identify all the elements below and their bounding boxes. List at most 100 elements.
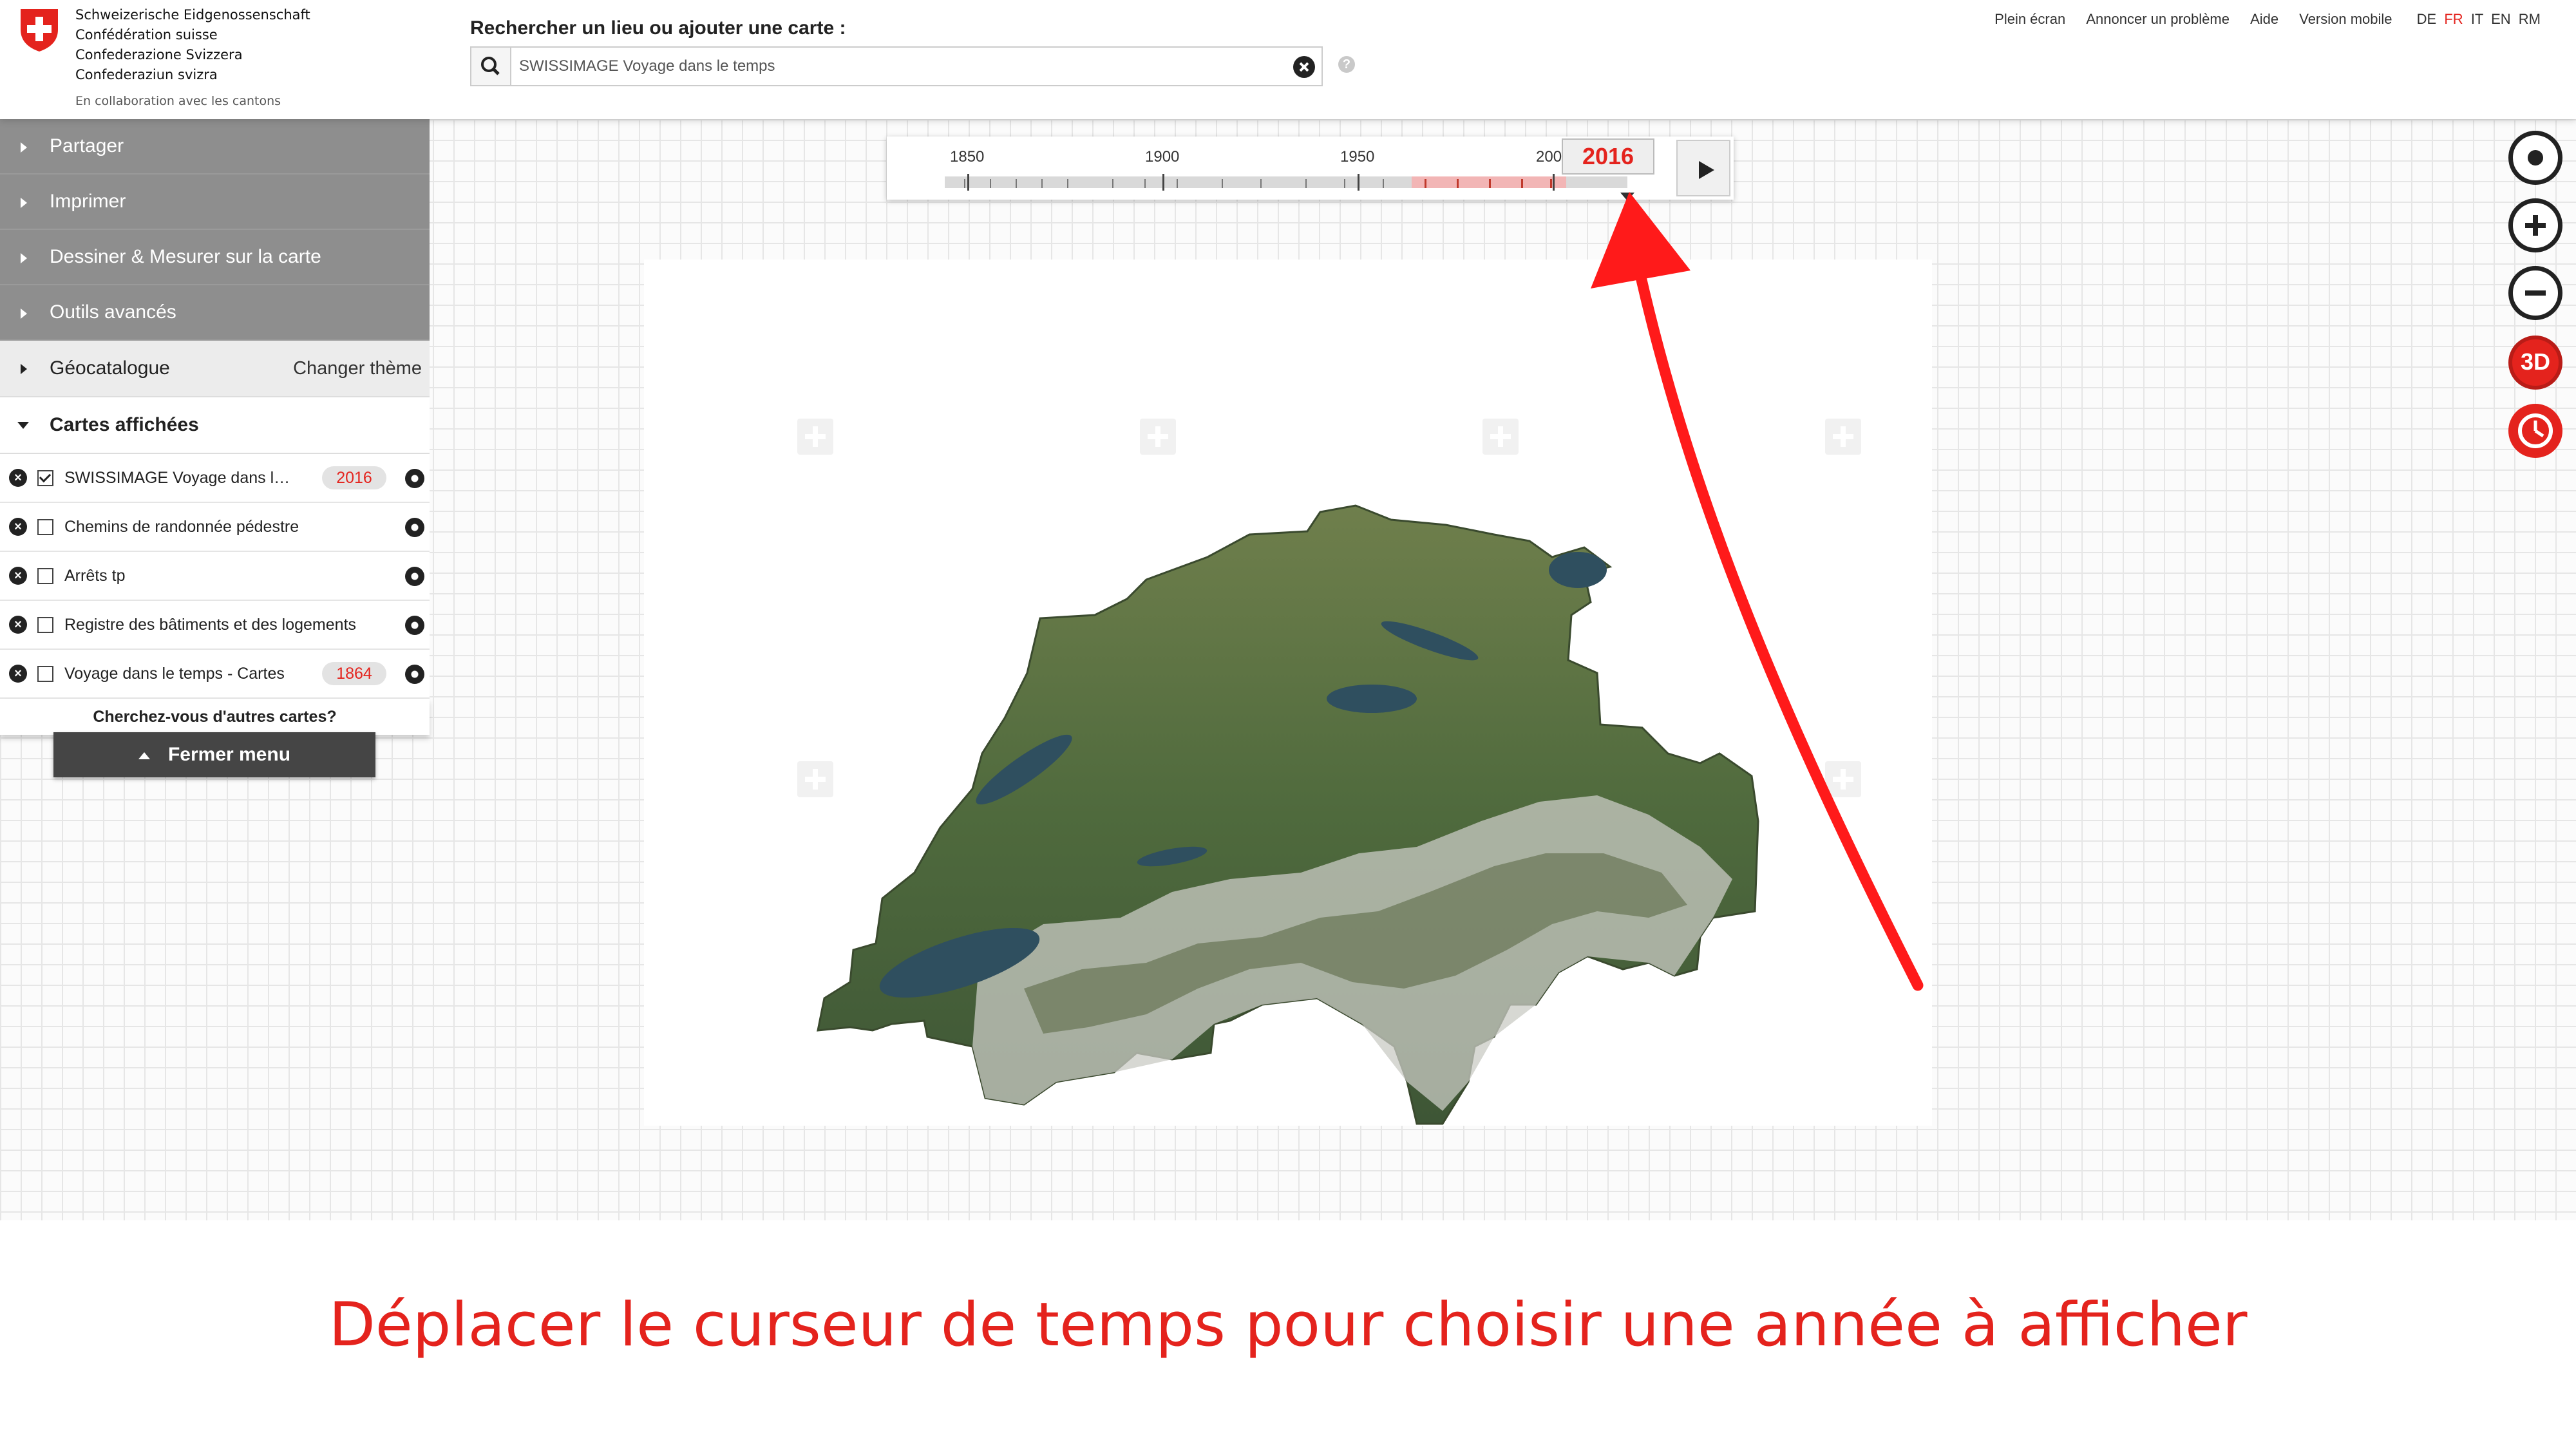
confederation-line-de: Schweizerische Eidgenossenschaft	[75, 7, 310, 23]
chevron-right-icon	[21, 308, 27, 319]
layer-visibility-checkbox[interactable]	[37, 470, 53, 486]
major-tick	[1358, 174, 1359, 191]
layer-name: SWISSIMAGE Voyage dans le temps	[64, 469, 296, 487]
lake-constance	[1549, 552, 1607, 588]
time-slider[interactable]: 1850 1900 1950 200 2016	[887, 137, 1734, 201]
menu-item-label: Partager	[50, 135, 124, 156]
minor-tick	[1260, 179, 1262, 188]
tile-placeholder-icon	[1825, 419, 1861, 455]
layer-row: × Arrêts tp	[0, 552, 430, 601]
layer-row: × Voyage dans le temps - Cartes 1864	[0, 650, 430, 699]
lang-de[interactable]: DE	[2417, 11, 2437, 27]
minor-tick	[990, 179, 991, 188]
lang-fr[interactable]: FR	[2444, 11, 2463, 27]
year-tick	[1489, 179, 1491, 188]
gear-icon[interactable]	[405, 665, 424, 684]
lake-lucerne	[1327, 685, 1417, 713]
remove-layer-icon[interactable]: ×	[9, 567, 27, 585]
plus-icon	[2533, 215, 2538, 236]
minor-tick	[1383, 179, 1384, 188]
search-box	[470, 46, 1323, 86]
gear-icon[interactable]	[405, 469, 424, 488]
layer-visibility-checkbox[interactable]	[37, 519, 53, 535]
gear-icon[interactable]	[405, 616, 424, 635]
tick-label-1950: 1950	[1340, 148, 1375, 166]
major-tick	[1553, 174, 1555, 191]
search-icon[interactable]	[471, 48, 511, 85]
menu-item-share[interactable]: Partager	[0, 119, 430, 175]
layer-name: Voyage dans le temps - Cartes	[64, 665, 285, 683]
help-icon[interactable]: ?	[1338, 56, 1355, 73]
top-links: Plein écran Annoncer un problème Aide Ve…	[1978, 11, 2541, 28]
menu-item-label: Outils avancés	[50, 301, 176, 323]
mobile-version-link[interactable]: Version mobile	[2299, 11, 2392, 27]
layer-visibility-checkbox[interactable]	[37, 666, 53, 682]
menu-item-print[interactable]: Imprimer	[0, 175, 430, 230]
more-maps-link[interactable]: Cherchez-vous d'autres cartes?	[0, 699, 430, 735]
geocatalogue-label: Géocatalogue	[50, 357, 170, 379]
minus-icon	[2525, 290, 2546, 296]
zoom-in-button[interactable]	[2508, 198, 2562, 252]
major-tick	[1162, 174, 1164, 191]
layer-row: × Registre des bâtiments et des logement…	[0, 601, 430, 650]
minor-tick	[1305, 179, 1307, 188]
search-label: Rechercher un lieu ou ajouter une carte …	[470, 17, 846, 39]
zoom-out-button[interactable]	[2508, 266, 2562, 320]
change-theme-link[interactable]: Changer thème	[293, 341, 422, 396]
swiss-cross-logo	[21, 9, 58, 52]
selected-year-handle[interactable]: 2016	[1562, 138, 1654, 175]
year-tick	[1521, 179, 1523, 188]
clear-search-icon[interactable]	[1293, 56, 1315, 78]
layer-visibility-checkbox[interactable]	[37, 617, 53, 633]
3d-button[interactable]: 3D	[2508, 336, 2562, 390]
menu-item-advanced-tools[interactable]: Outils avancés	[0, 285, 430, 341]
switzerland-satellite-map	[817, 504, 1759, 1125]
confederation-line-fr: Confédération suisse	[75, 27, 218, 43]
layer-row: × SWISSIMAGE Voyage dans le temps 2016	[0, 454, 430, 503]
lang-rm[interactable]: RM	[2519, 11, 2541, 27]
chevron-right-icon	[21, 253, 27, 263]
lang-en[interactable]: EN	[2491, 11, 2511, 27]
minor-tick	[1041, 179, 1043, 188]
time-travel-button[interactable]	[2508, 404, 2562, 458]
menu-item-draw-measure[interactable]: Dessiner & Mesurer sur la carte	[0, 230, 430, 285]
side-menu: Partager Imprimer Dessiner & Mesurer sur…	[0, 119, 430, 735]
gear-icon[interactable]	[405, 518, 424, 537]
close-menu-button[interactable]: Fermer menu	[53, 732, 375, 777]
geolocate-button[interactable]	[2508, 131, 2562, 185]
remove-layer-icon[interactable]: ×	[9, 469, 27, 487]
tile-placeholder-icon	[1825, 761, 1861, 797]
layer-year-badge[interactable]: 1864	[322, 662, 386, 685]
chevron-up-icon	[138, 752, 150, 759]
search-input[interactable]	[519, 48, 1266, 85]
menu-item-label: Imprimer	[50, 191, 126, 212]
menu-item-geocatalogue[interactable]: Géocatalogue Changer thème	[0, 341, 430, 397]
help-link[interactable]: Aide	[2250, 11, 2278, 27]
remove-layer-icon[interactable]: ×	[9, 518, 27, 536]
chevron-right-icon	[21, 198, 27, 208]
play-button[interactable]	[1676, 140, 1730, 196]
lang-it[interactable]: IT	[2471, 11, 2483, 27]
instruction-caption: Déplacer le curseur de temps pour choisi…	[328, 1290, 2248, 1360]
chevron-down-icon	[17, 422, 29, 429]
displayed-maps-header[interactable]: Cartes affichées	[0, 397, 430, 454]
chevron-right-icon	[21, 142, 27, 153]
slider-pointer-icon[interactable]	[1620, 193, 1634, 201]
remove-layer-icon[interactable]: ×	[9, 665, 27, 683]
remove-layer-icon[interactable]: ×	[9, 616, 27, 634]
gear-icon[interactable]	[405, 567, 424, 586]
year-tick	[1457, 179, 1459, 188]
app-header: Schweizerische Eidgenossenschaft Confédé…	[0, 0, 2576, 119]
minor-tick	[1222, 179, 1223, 188]
layer-name: Arrêts tp	[64, 567, 126, 585]
layer-visibility-checkbox[interactable]	[37, 568, 53, 584]
layer-year-badge[interactable]: 2016	[322, 466, 386, 489]
fullscreen-link[interactable]: Plein écran	[1994, 11, 2065, 27]
year-tick	[1425, 179, 1426, 188]
tick-label-1900: 1900	[1145, 148, 1180, 166]
report-problem-link[interactable]: Annoncer un problème	[2086, 11, 2230, 27]
displayed-maps-title: Cartes affichées	[50, 414, 199, 435]
layer-list: × SWISSIMAGE Voyage dans le temps 2016 ×…	[0, 454, 430, 699]
minor-tick	[1112, 179, 1113, 188]
minor-tick	[1177, 179, 1178, 188]
